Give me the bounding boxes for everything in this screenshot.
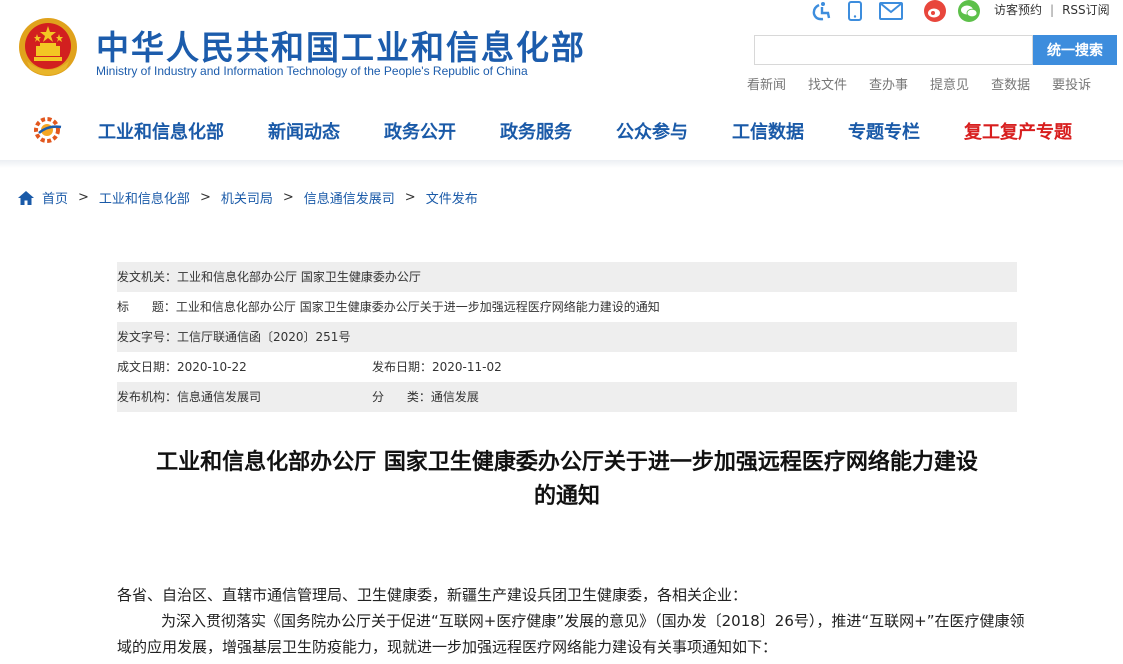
nav-item-resumption[interactable]: 复工复产专题 [964, 118, 1072, 143]
meta-doc-no: 发文字号：工信厅联通信函〔2020〕251号 [117, 330, 351, 344]
meta-row-doc-no: 发文字号：工信厅联通信函〔2020〕251号 [117, 322, 1017, 352]
breadcrumb-arrow: > [282, 190, 294, 205]
breadcrumb-miit[interactable]: 工业和信息化部 [99, 188, 190, 207]
nav-item-open-gov[interactable]: 政务公开 [384, 118, 456, 143]
meta-row-dates: 成文日期：2020-10-22 发布日期：2020-11-02 [117, 352, 1017, 382]
article-title-line1: 工业和信息化部办公厅 国家卫生健康委办公厅关于进一步加强远程医疗网络能力建设 [156, 450, 978, 475]
quick-link-services[interactable]: 查办事 [869, 78, 908, 93]
top-icon-bar [808, 0, 990, 22]
meta-issuer: 发文机关：工业和信息化部办公厅 国家卫生健康委办公厅 [117, 270, 421, 284]
gear-logo-icon[interactable] [33, 117, 63, 143]
article-title-line2: 的通知 [533, 484, 600, 509]
nav-item-miit[interactable]: 工业和信息化部 [98, 118, 224, 143]
meta-title: 标 题：工业和信息化部办公厅 国家卫生健康委办公厅关于进一步加强远程医疗网络能力… [117, 300, 660, 314]
rss-link[interactable]: RSS订阅 [1062, 3, 1110, 17]
quick-links: 看新闻 找文件 查办事 提意见 查数据 要投诉 [747, 74, 1091, 93]
breadcrumb-arrow: > [404, 190, 416, 205]
nav-item-public-participation[interactable]: 公众参与 [616, 118, 688, 143]
meta-category: 分 类：通信发展 [372, 390, 479, 404]
nav-item-special-topics[interactable]: 专题专栏 [848, 118, 920, 143]
search-box [754, 35, 1033, 65]
nav-item-data[interactable]: 工信数据 [732, 118, 804, 143]
accessibility-icon[interactable] [808, 0, 834, 22]
weibo-icon[interactable] [922, 0, 948, 22]
meta-published-date: 发布日期：2020-11-02 [372, 360, 502, 374]
meta-row-issuer: 发文机关：工业和信息化部办公厅 国家卫生健康委办公厅 [117, 262, 1017, 292]
site-subtitle: Ministry of Industry and Information Tec… [96, 64, 528, 78]
breadcrumb-arrow: > [78, 190, 89, 205]
meta-row-agency: 发布机构：信息通信发展司 分 类：通信发展 [117, 382, 1017, 412]
wechat-icon[interactable] [956, 0, 982, 22]
meta-row-title: 标 题：工业和信息化部办公厅 国家卫生健康委办公厅关于进一步加强远程医疗网络能力… [117, 292, 1017, 322]
breadcrumb-ict-dept[interactable]: 信息通信发展司 [304, 188, 395, 207]
mail-icon[interactable] [876, 0, 906, 22]
top-links: 访客预约 | RSS订阅 [994, 1, 1110, 18]
nav-divider [0, 160, 1123, 168]
home-icon[interactable] [18, 190, 34, 205]
breadcrumb: 首页 > 工业和信息化部 > 机关司局 > 信息通信发展司 > 文件发布 [18, 188, 478, 207]
quick-link-complaint[interactable]: 要投诉 [1052, 78, 1091, 93]
document-metadata: 发文机关：工业和信息化部办公厅 国家卫生健康委办公厅 标 题：工业和信息化部办公… [117, 262, 1017, 412]
quick-link-files[interactable]: 找文件 [808, 78, 847, 93]
breadcrumb-departments[interactable]: 机关司局 [221, 188, 273, 207]
site-title[interactable]: 中华人民共和国工业和信息化部 [96, 21, 586, 69]
meta-created-date: 成文日期：2020-10-22 [117, 360, 247, 374]
breadcrumb-home[interactable]: 首页 [42, 188, 68, 207]
article-paragraph-1: 各省、自治区、直辖市通信管理局、卫生健康委，新疆生产建设兵团卫生健康委，各相关企… [117, 586, 748, 604]
mobile-icon[interactable] [842, 0, 868, 22]
article-title: 工业和信息化部办公厅 国家卫生健康委办公厅关于进一步加强远程医疗网络能力建设 的… [117, 446, 1017, 514]
article-paragraph-2: 为深入贯彻落实《国务院办公厅关于促进“互联网+医疗健康”发展的意见》（国办发〔2… [117, 612, 1025, 656]
quick-link-news[interactable]: 看新闻 [747, 78, 786, 93]
separator: | [1050, 3, 1055, 17]
meta-agency: 发布机构：信息通信发展司 [117, 390, 262, 404]
main-nav: 工业和信息化部 新闻动态 政务公开 政务服务 公众参与 工信数据 专题专栏 复工… [98, 118, 1072, 143]
search-button[interactable]: 统一搜索 [1033, 35, 1117, 65]
nav-item-gov-services[interactable]: 政务服务 [500, 118, 572, 143]
quick-link-data[interactable]: 查数据 [991, 78, 1030, 93]
national-emblem-icon [18, 17, 78, 79]
breadcrumb-documents[interactable]: 文件发布 [426, 188, 478, 207]
breadcrumb-arrow: > [199, 190, 211, 205]
quick-link-feedback[interactable]: 提意见 [930, 78, 969, 93]
search-input[interactable] [755, 36, 1032, 64]
visitor-appointment-link[interactable]: 访客预约 [994, 3, 1042, 17]
nav-item-news[interactable]: 新闻动态 [268, 118, 340, 143]
